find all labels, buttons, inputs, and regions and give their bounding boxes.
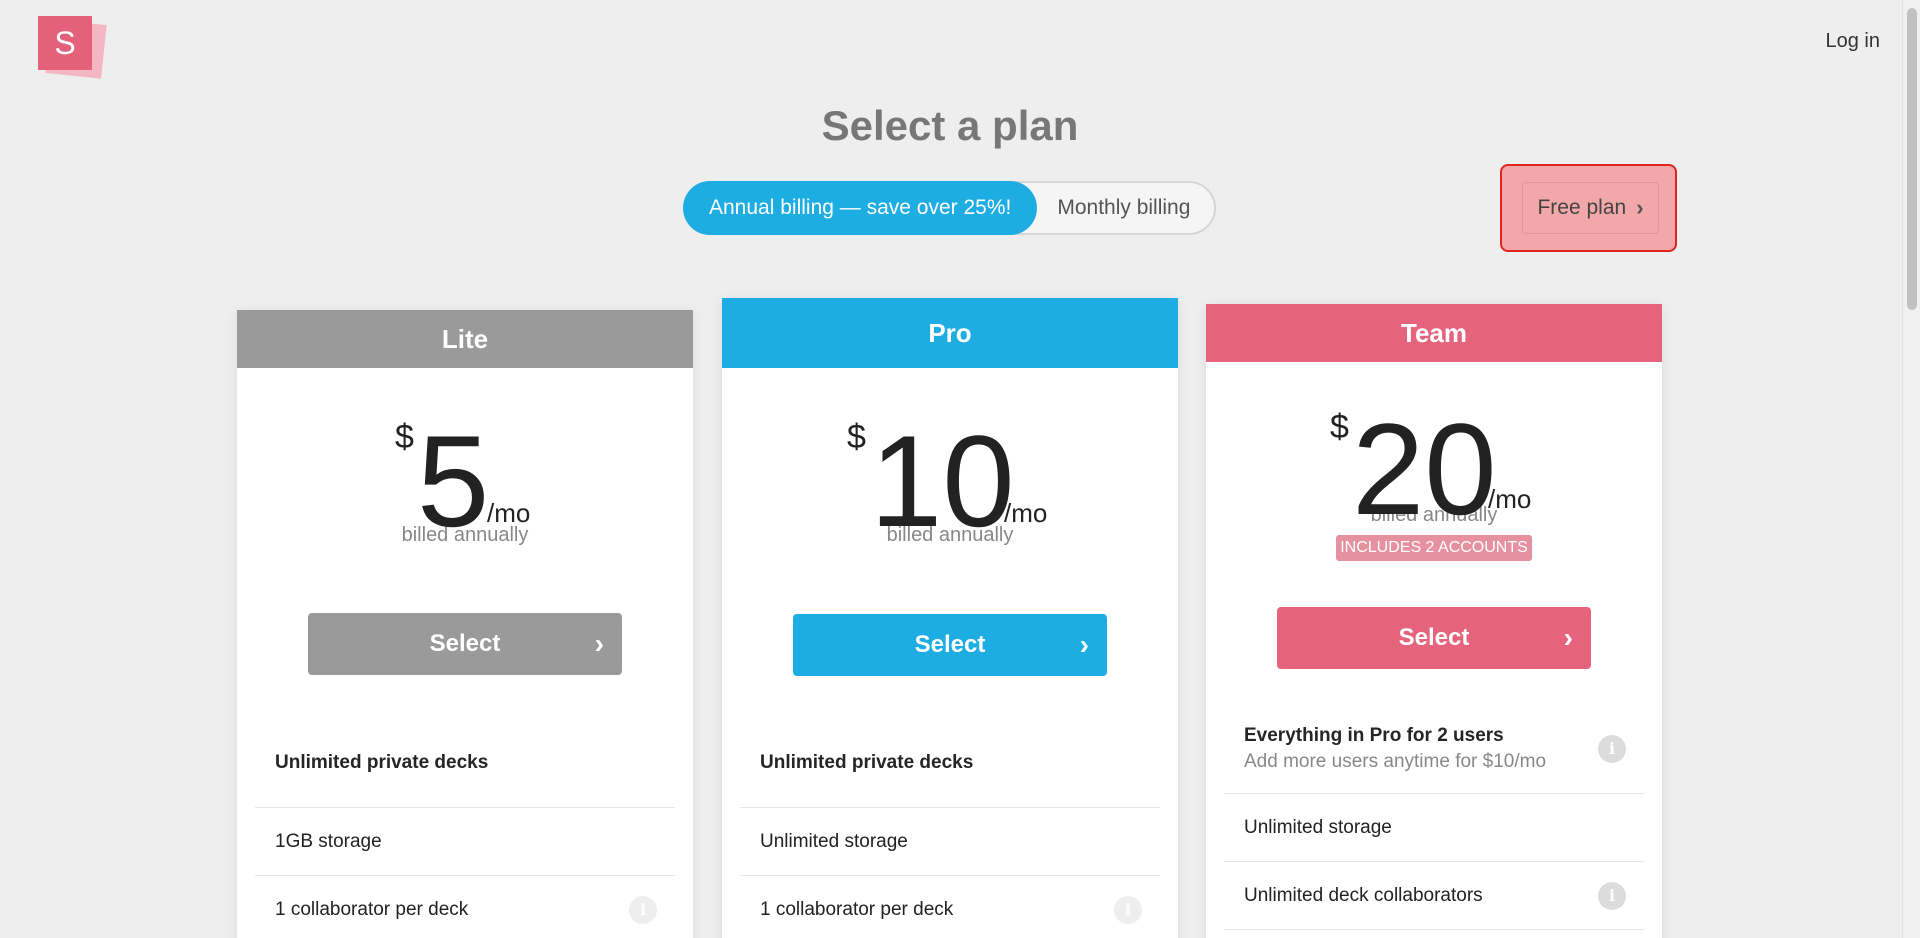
chevron-right-icon: › (1079, 629, 1089, 660)
login-link[interactable]: Log in (1826, 30, 1881, 53)
annual-billing-option[interactable]: Annual billing — save over 25%! (683, 181, 1038, 235)
page-scrollbar[interactable] (1902, 0, 1920, 938)
billing-toggle: Annual billing — save over 25%! Monthly … (683, 181, 1216, 235)
page-title: Select a plan (821, 102, 1079, 149)
plan-name: Lite (237, 310, 693, 368)
feature-text: Unlimited private decks (275, 751, 489, 773)
feature-text: Unlimited deck collaborators (1244, 884, 1483, 906)
feature-item: 1 collaborator per deck i (740, 876, 1160, 938)
feature-list: Unlimited private decks Unlimited storag… (740, 718, 1160, 938)
plan-card-pro: Pro $ 10 /mo billed annually Select › Un… (722, 298, 1178, 938)
feature-item: 1GB storage (255, 808, 675, 876)
info-icon[interactable]: i (629, 895, 657, 924)
plan-card-team: Team $ 20 /mo billed annually INCLUDES 2… (1206, 304, 1662, 938)
feature-text: Unlimited storage (760, 830, 908, 852)
feature-text: Unlimited storage (1244, 816, 1392, 838)
info-icon[interactable]: i (1598, 734, 1626, 763)
monthly-billing-option[interactable]: Monthly billing (1037, 181, 1216, 235)
select-team-button[interactable]: Select › (1277, 607, 1591, 669)
price-period: /mo (1488, 484, 1532, 514)
logo-mark: S (38, 16, 92, 70)
plan-price: $ 20 /mo (1206, 366, 1662, 534)
feature-item: Unlimited private decks (255, 718, 675, 808)
price-amount: 10 (870, 408, 1015, 554)
chevron-right-icon: › (594, 628, 604, 659)
feature-text: 1 collaborator per deck (760, 898, 954, 920)
plan-card-lite: Lite $ 5 /mo billed annually Select › Un… (237, 310, 693, 938)
price-period: /mo (487, 498, 531, 528)
chevron-right-icon: › (1563, 622, 1573, 653)
feature-item: Unlimited private decks (740, 718, 1160, 808)
select-label: Select (1398, 624, 1470, 651)
feature-item: Everything in Pro for 2 users Add more u… (1224, 704, 1644, 794)
select-lite-button[interactable]: Select › (308, 613, 622, 675)
logo[interactable]: S (38, 16, 107, 79)
select-pro-button[interactable]: Select › (793, 614, 1107, 676)
plan-price: $ 10 /mo (722, 378, 1178, 546)
select-label: Select (429, 630, 501, 657)
feature-text: 1 collaborator per deck (275, 898, 469, 920)
feature-text: Everything in Pro for 2 users (1244, 724, 1504, 746)
price-amount: 5 (417, 408, 490, 554)
currency-symbol: $ (847, 418, 866, 456)
feature-item: 1 collaborator per deck i (255, 876, 675, 938)
plan-price: $ 5 /mo (237, 378, 693, 546)
currency-symbol: $ (395, 418, 414, 456)
plan-name: Team (1206, 304, 1662, 362)
feature-item: Unlimited deck collaborators i (1224, 862, 1644, 930)
free-plan-label: Free plan (1537, 196, 1627, 219)
free-plan-button[interactable]: Free plan › (1522, 182, 1659, 234)
feature-list: Everything in Pro for 2 users Add more u… (1224, 704, 1644, 930)
currency-symbol: $ (1330, 408, 1349, 446)
price-amount: 20 (1352, 396, 1497, 542)
scrollbar-thumb[interactable] (1907, 8, 1917, 310)
free-plan-highlight: Free plan › (1500, 164, 1677, 252)
info-icon[interactable]: i (1598, 881, 1626, 910)
feature-text: 1GB storage (275, 830, 382, 852)
plan-name: Pro (722, 298, 1178, 368)
info-icon[interactable]: i (1114, 895, 1142, 924)
feature-text: Unlimited private decks (760, 751, 974, 773)
select-label: Select (914, 631, 986, 658)
chevron-right-icon: › (1636, 195, 1644, 220)
feature-item: Unlimited storage (740, 808, 1160, 876)
feature-list: Unlimited private decks 1GB storage 1 co… (255, 718, 675, 938)
feature-subtext: Add more users anytime for $10/mo (1244, 750, 1547, 772)
feature-item: Unlimited storage (1224, 794, 1644, 862)
price-period: /mo (1004, 498, 1048, 528)
